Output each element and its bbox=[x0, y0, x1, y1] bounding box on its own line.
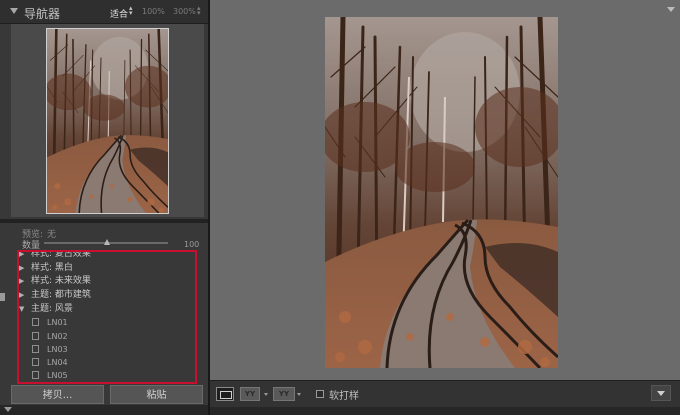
loupe-view[interactable] bbox=[210, 0, 680, 380]
stepper-arrows-icon[interactable]: ▴ ▾ bbox=[197, 5, 201, 17]
zoom-fit-option[interactable]: 适合 bbox=[110, 7, 128, 20]
dropdown-arrow-icon[interactable] bbox=[264, 393, 268, 396]
before-after-side-by-side-button[interactable]: YY bbox=[273, 387, 295, 401]
bottom-toolbar: YY YY 软打样 bbox=[210, 380, 680, 407]
toolbar-menu-button[interactable] bbox=[651, 385, 671, 401]
filmstrip-edge bbox=[210, 407, 680, 415]
navigator-thumbnail[interactable] bbox=[46, 28, 169, 214]
collapse-top-panel-arrow-icon[interactable] bbox=[667, 7, 675, 12]
navigator-preview[interactable] bbox=[11, 24, 204, 217]
before-after-button[interactable]: YY bbox=[240, 387, 260, 401]
amount-value: 100 bbox=[184, 240, 200, 249]
panel-separator bbox=[0, 219, 208, 223]
left-panel-footer bbox=[0, 405, 208, 415]
navigator-header[interactable]: 导航器 适合 ▴ ▾ 100% 300% ▴ ▾ bbox=[0, 0, 208, 24]
dropdown-arrow-icon[interactable] bbox=[297, 393, 301, 396]
left-panel: 导航器 适合 ▴ ▾ 100% 300% ▴ ▾ 预览: 无 数量 100 ▶ 样式:… bbox=[0, 0, 208, 415]
amount-slider-thumb[interactable] bbox=[104, 239, 110, 245]
zoom-300-option[interactable]: 300% bbox=[173, 7, 196, 16]
copy-button[interactable]: 拷贝... bbox=[11, 385, 104, 404]
collapse-panel-arrow-icon[interactable] bbox=[4, 407, 12, 412]
collapse-triangle-icon[interactable] bbox=[10, 8, 18, 14]
forest-railway-thumbnail bbox=[47, 29, 168, 213]
paste-button[interactable]: 粘贴 bbox=[110, 385, 203, 404]
navigator-title: 导航器 bbox=[24, 7, 61, 21]
preview-value: 无 bbox=[47, 230, 57, 240]
soft-proofing-label: 软打样 bbox=[329, 391, 359, 402]
panel-scroll-handle[interactable] bbox=[0, 293, 5, 301]
forest-railway-photo bbox=[325, 17, 558, 368]
stepper-arrows-icon[interactable]: ▴ ▾ bbox=[129, 5, 133, 17]
loupe-view-button[interactable] bbox=[216, 387, 234, 401]
highlight-annotation-box bbox=[17, 250, 197, 384]
soft-proofing-checkbox[interactable] bbox=[316, 390, 324, 398]
zoom-100-option[interactable]: 100% bbox=[142, 7, 165, 16]
main-photo[interactable] bbox=[325, 17, 558, 368]
